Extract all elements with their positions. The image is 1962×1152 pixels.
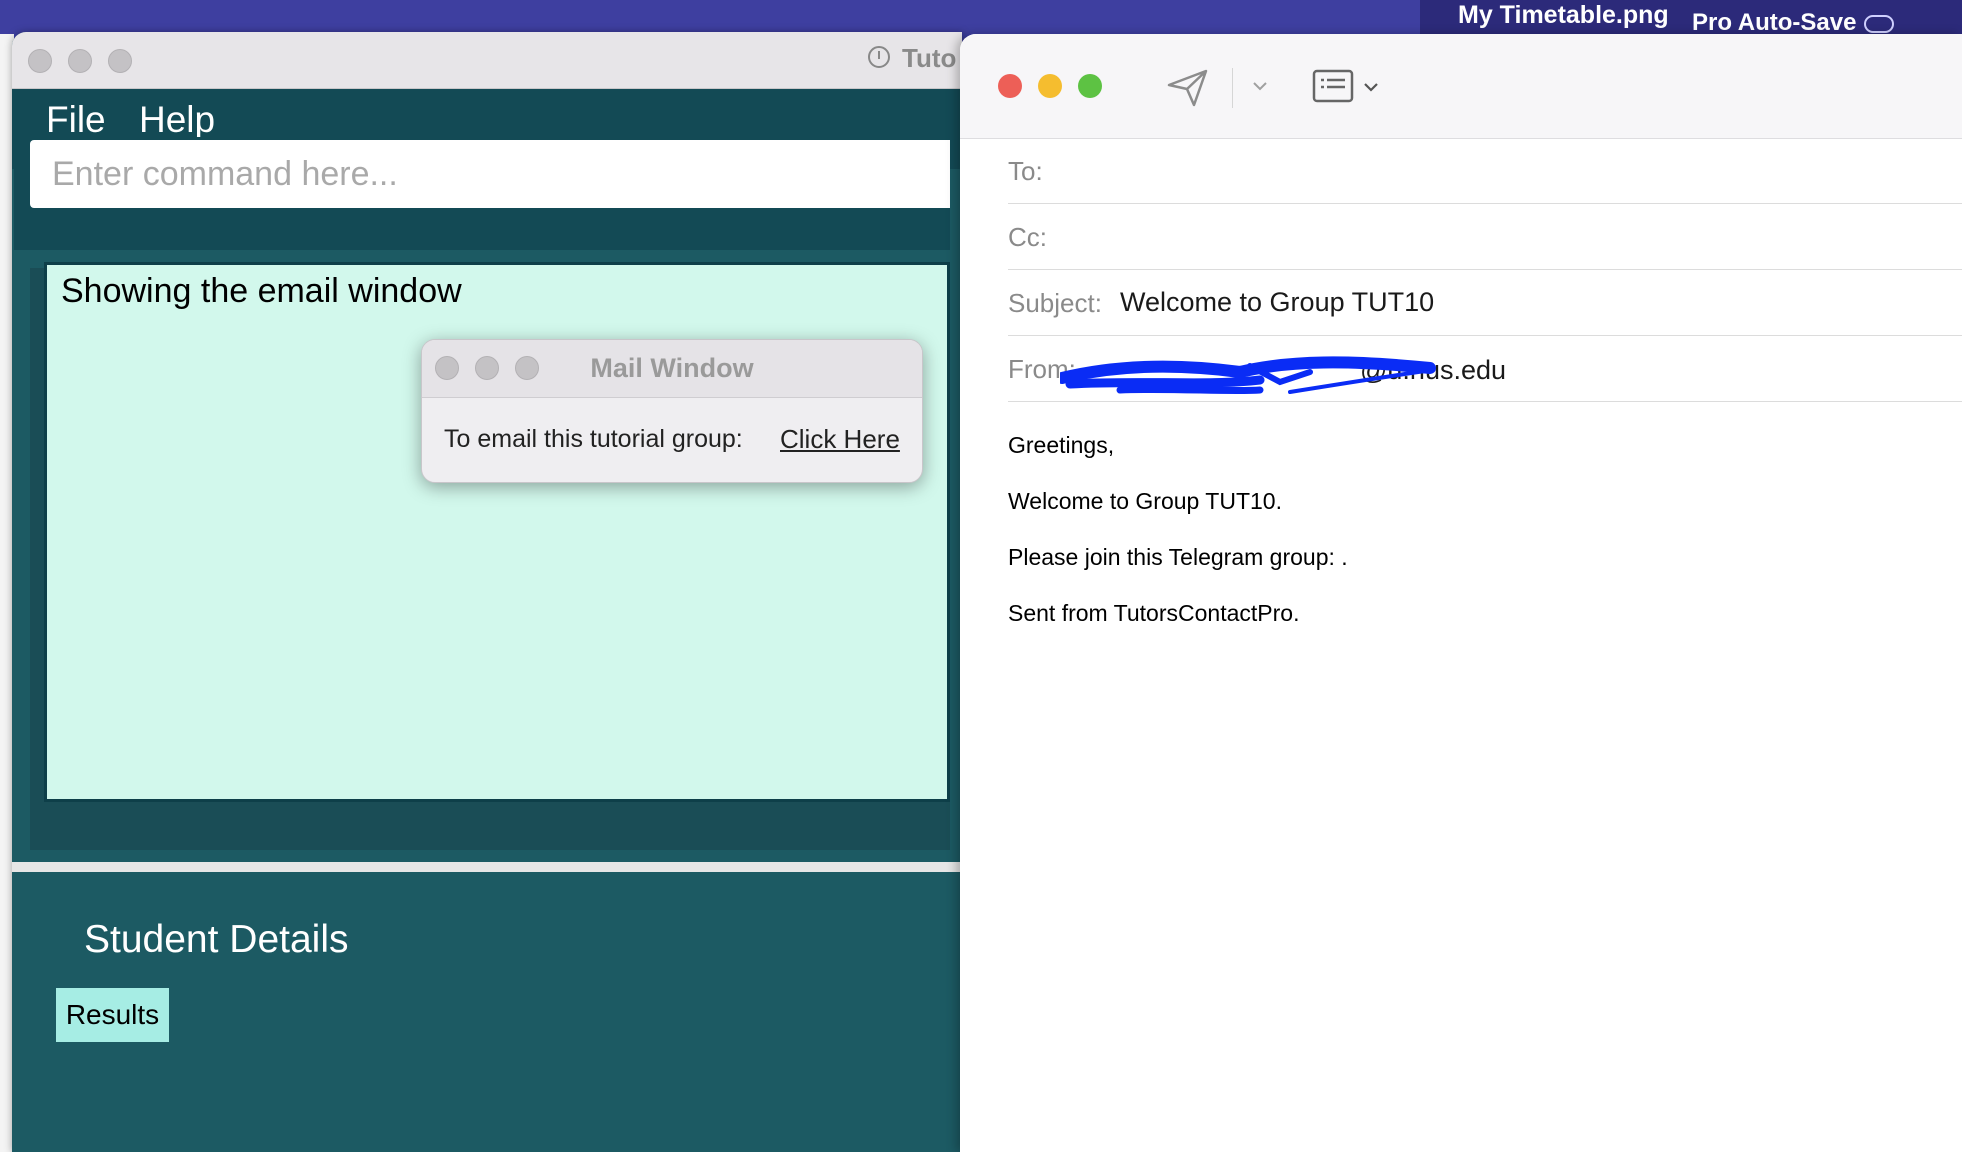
- split-divider[interactable]: [12, 862, 962, 872]
- window-title: Tuto: [902, 43, 957, 73]
- result-message: Showing the email window: [61, 272, 462, 310]
- autosave-label: Pro Auto-Save: [1692, 9, 1857, 36]
- compose-close-button[interactable]: [998, 74, 1022, 98]
- zoom-button[interactable]: [108, 49, 132, 73]
- to-label: To:: [1008, 156, 1043, 186]
- body-welcome[interactable]: Welcome to Group TUT10.: [1008, 488, 1282, 515]
- compose-zoom-button[interactable]: [1078, 74, 1102, 98]
- subject-label: Subject:: [1008, 288, 1102, 318]
- dialog-title: Mail Window: [590, 353, 754, 383]
- mail-compose-window: To: Cc: Subject: Welcome to Group TUT10 …: [960, 34, 1962, 1152]
- body-greeting[interactable]: Greetings,: [1008, 432, 1114, 459]
- subject-value[interactable]: Welcome to Group TUT10: [1120, 287, 1434, 318]
- compose-toolbar: [960, 34, 1962, 139]
- click-here-link[interactable]: Click Here: [780, 424, 900, 455]
- clock-icon: [868, 46, 890, 68]
- toolbar-separator: [1232, 68, 1233, 108]
- subject-field[interactable]: Subject: Welcome to Group TUT10: [1008, 270, 1962, 336]
- menu-file[interactable]: File: [46, 99, 106, 141]
- tcp-titlebar: Tuto: [12, 32, 962, 89]
- body-telegram[interactable]: Please join this Telegram group: .: [1008, 544, 1348, 571]
- body-signature[interactable]: Sent from TutorsContactPro.: [1008, 600, 1299, 627]
- cc-label: Cc:: [1008, 222, 1047, 252]
- command-input[interactable]: [30, 140, 950, 208]
- dialog-titlebar: Mail Window: [422, 340, 922, 398]
- minimize-button[interactable]: [68, 49, 92, 73]
- background-autosave: Pro Auto-Save: [1692, 9, 1895, 37]
- mail-window-dialog: Mail Window To email this tutorial group…: [421, 339, 923, 483]
- results-button[interactable]: Results: [56, 988, 169, 1042]
- background-app-titlebar: My Timetable.png Pro Auto-Save: [1420, 0, 1962, 37]
- to-field[interactable]: To:: [1008, 138, 1962, 204]
- student-details-title: Student Details: [84, 918, 349, 961]
- format-icon[interactable]: [1312, 68, 1354, 104]
- background-file-title: My Timetable.png: [1458, 1, 1669, 29]
- close-button[interactable]: [28, 49, 52, 73]
- cc-field[interactable]: Cc:: [1008, 204, 1962, 270]
- menu-help[interactable]: Help: [139, 99, 215, 141]
- dialog-label: To email this tutorial group:: [444, 425, 743, 453]
- send-icon[interactable]: [1166, 68, 1210, 108]
- chevron-down-icon[interactable]: [1362, 78, 1380, 96]
- compose-minimize-button[interactable]: [1038, 74, 1062, 98]
- redaction-scribble: [1060, 356, 1436, 395]
- cloud-icon: [1864, 14, 1895, 33]
- chevron-down-icon[interactable]: [1250, 76, 1270, 96]
